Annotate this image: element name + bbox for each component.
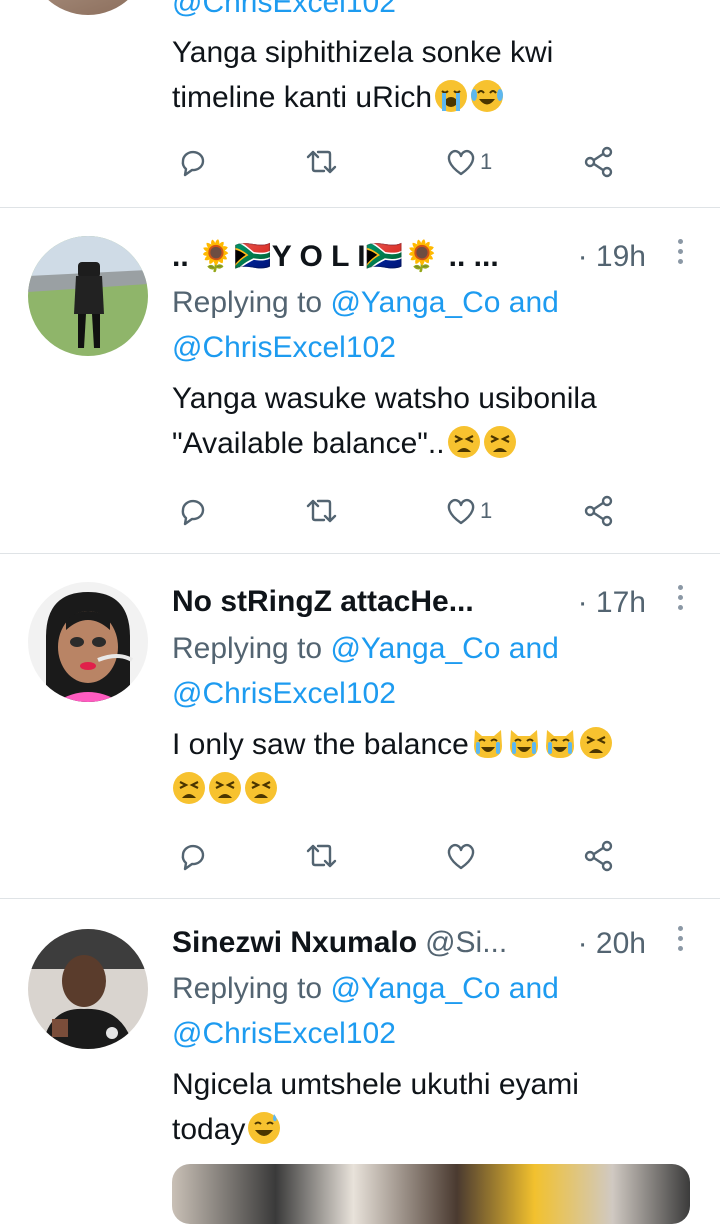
more-options-icon[interactable] bbox=[678, 239, 684, 264]
replying-to-label: Replying to bbox=[172, 972, 323, 1005]
tired-face-icon bbox=[172, 771, 206, 805]
tweet-actions: 1 bbox=[172, 142, 632, 182]
retweet-button[interactable] bbox=[304, 836, 338, 876]
grinning-sweat-face-icon bbox=[247, 1111, 282, 1145]
heart-icon bbox=[447, 498, 475, 525]
tweet-2[interactable]: No stRingZ attacHe... · 17h Replying to … bbox=[0, 554, 720, 899]
and-label[interactable]: and bbox=[509, 632, 559, 665]
reply-icon bbox=[181, 844, 205, 871]
display-name[interactable]: Sinezwi Nxumalo bbox=[172, 926, 417, 960]
mention-link[interactable]: @ChrisExcel102 bbox=[172, 331, 396, 364]
reply-icon bbox=[181, 499, 205, 526]
tweet-text-line: "Available balance".. bbox=[172, 427, 445, 460]
and-label[interactable]: and bbox=[509, 286, 559, 319]
mention-link[interactable]: @Yanga_Co bbox=[330, 286, 500, 319]
like-button[interactable]: 1 bbox=[444, 142, 492, 182]
like-count: 1 bbox=[480, 498, 493, 523]
tired-face-icon bbox=[244, 771, 278, 805]
like-count: 1 bbox=[480, 149, 493, 174]
and-label[interactable]: and bbox=[509, 972, 559, 1005]
more-options-icon[interactable] bbox=[678, 585, 684, 610]
display-name[interactable]: No stRingZ attacHe... bbox=[172, 585, 474, 619]
retweet-button[interactable] bbox=[304, 142, 338, 182]
avatar[interactable] bbox=[28, 929, 148, 1049]
username[interactable]: @Si... bbox=[425, 926, 507, 960]
tweet-text-content: I only saw the balance bbox=[172, 728, 469, 761]
replying-to: Replying to @Yanga_Co and @ChrisExcel102 bbox=[172, 966, 559, 1056]
mention-link[interactable]: @ChrisExcel102 bbox=[172, 677, 396, 710]
like-button[interactable]: 1 bbox=[444, 491, 492, 531]
tired-face-icon bbox=[578, 726, 613, 760]
replying-to-label: Replying to bbox=[172, 286, 323, 319]
tweet-text-line: today bbox=[172, 1113, 246, 1146]
mention-link[interactable]: @Yanga_Co bbox=[330, 632, 500, 665]
replying-to: Replying to @Yanga_Co and @ChrisExcel102 bbox=[172, 626, 559, 716]
tweet-text: Ngicela umtshele ukuthi eyami today bbox=[172, 1062, 680, 1152]
timestamp[interactable]: · 19h bbox=[578, 240, 646, 274]
tweet-text-line: Ngicela umtshele ukuthi eyami bbox=[172, 1068, 579, 1101]
more-options-icon[interactable] bbox=[678, 926, 684, 951]
face-with-tears-of-joy-icon bbox=[470, 79, 505, 113]
avatar-image bbox=[28, 929, 148, 1049]
avatar[interactable] bbox=[28, 0, 148, 15]
heart-icon bbox=[447, 843, 475, 870]
heart-icon bbox=[447, 149, 475, 176]
replying-to-label: Replying to bbox=[172, 632, 323, 665]
tweet-text: Yanga wasuke watsho usibonila "Available… bbox=[172, 376, 680, 466]
tired-face-icon bbox=[446, 425, 481, 459]
share-button[interactable] bbox=[582, 142, 616, 182]
avatar[interactable] bbox=[28, 582, 148, 702]
tweet-3[interactable]: Sinezwi Nxumalo @Si... · 20h Replying to… bbox=[0, 899, 720, 1224]
loudly-crying-face-icon bbox=[434, 79, 469, 113]
attached-media[interactable] bbox=[172, 1164, 690, 1224]
crying-cat-icon bbox=[508, 729, 539, 759]
tweet-text: I only saw the balance bbox=[172, 722, 680, 812]
mention-link[interactable]: @ChrisExcel102 bbox=[172, 1017, 396, 1050]
timestamp[interactable]: · 20h bbox=[578, 927, 646, 961]
crying-cat-icon bbox=[472, 729, 503, 759]
avatar-image bbox=[28, 236, 148, 356]
retweet-icon bbox=[306, 150, 337, 174]
avatar-image bbox=[28, 582, 148, 702]
retweet-icon bbox=[306, 844, 337, 868]
tired-face-icon bbox=[482, 425, 517, 459]
tweet-1[interactable]: .. 🌻🇿🇦Y O L I🇿🇦🌻 .. ... · 19h Replying t… bbox=[0, 208, 720, 554]
tweet-actions bbox=[172, 836, 632, 876]
crying-cat-icon bbox=[544, 729, 575, 759]
share-button[interactable] bbox=[582, 491, 616, 531]
share-button[interactable] bbox=[582, 836, 616, 876]
replying-to: Replying to @Yanga_Co and @ChrisExcel102 bbox=[172, 280, 559, 370]
reply-button[interactable] bbox=[176, 142, 210, 182]
tired-face-icon bbox=[208, 771, 242, 805]
tweet-text: Yanga siphithizela sonke kwi timeline ka… bbox=[172, 30, 602, 120]
share-icon bbox=[584, 146, 613, 178]
retweet-button[interactable] bbox=[304, 491, 338, 531]
reply-button[interactable] bbox=[176, 836, 210, 876]
tweet-text-line: Yanga wasuke watsho usibonila bbox=[172, 382, 597, 415]
retweet-icon bbox=[306, 499, 337, 523]
like-button[interactable] bbox=[444, 836, 480, 876]
avatar[interactable] bbox=[28, 236, 148, 356]
mention-link[interactable]: @Yanga_Co bbox=[330, 972, 500, 1005]
tweet-0[interactable]: @ChrisExcel102 Yanga siphithizela sonke … bbox=[0, 0, 720, 208]
reply-button[interactable] bbox=[176, 491, 210, 531]
timestamp[interactable]: · 17h bbox=[578, 586, 646, 620]
reply-icon bbox=[181, 150, 205, 177]
tweet-actions: 1 bbox=[172, 491, 632, 531]
reply-mention[interactable]: @ChrisExcel102 bbox=[172, 0, 396, 20]
display-name[interactable]: .. 🌻🇿🇦Y O L I🇿🇦🌻 .. ... bbox=[172, 239, 499, 274]
share-icon bbox=[584, 840, 613, 872]
share-icon bbox=[584, 495, 613, 527]
